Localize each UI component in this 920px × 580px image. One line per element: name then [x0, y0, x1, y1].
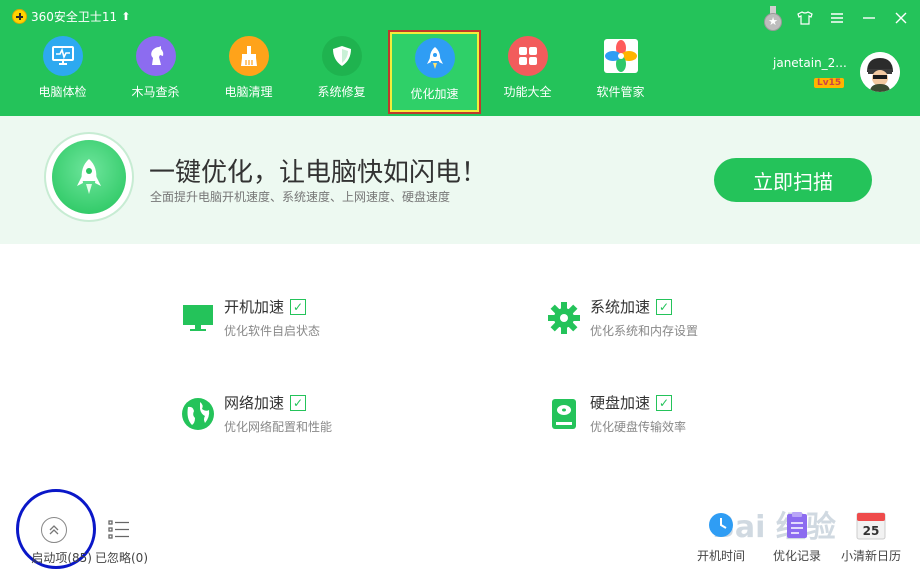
nav-item-system-repair[interactable]: 系统修复 — [295, 30, 388, 114]
nav-item-software-manager[interactable]: 软件管家 — [574, 30, 667, 114]
ignored-list-icon[interactable] — [108, 519, 130, 541]
nav-item-pc-checkup[interactable]: 电脑体检 — [16, 30, 109, 114]
feature-startup-speed[interactable]: 开机加速 ✓ 优化软件自启状态 — [180, 296, 320, 339]
optimize-record-tool[interactable]: 优化记录 — [773, 510, 821, 564]
clock-icon — [706, 510, 736, 540]
nav-item-trojan-scan[interactable]: 木马查杀 — [109, 30, 202, 114]
app-logo-icon — [12, 9, 27, 24]
ignored-items-link[interactable]: 已忽略(0) — [95, 549, 148, 566]
gear-icon — [546, 300, 582, 336]
nav-label: 木马查杀 — [131, 85, 180, 99]
nav-item-optimize-speed[interactable]: 优化加速 — [388, 30, 481, 114]
nav-label: 电脑体检 — [38, 85, 87, 99]
feature-checkbox[interactable]: ✓ — [656, 394, 673, 411]
grid-icon — [507, 36, 548, 76]
feature-title: 系统加速 — [590, 298, 651, 316]
globe-icon — [180, 396, 216, 432]
close-icon[interactable] — [892, 9, 910, 27]
startup-items-link[interactable]: 启动项(85) — [0, 549, 95, 566]
main-nav: 电脑体检 木马查杀 电脑清理 系统修复 优化加速 功能大全 软件管家 — [16, 30, 667, 114]
feature-disk-speed[interactable]: 硬盘加速 ✓ 优化硬盘传输效率 — [546, 392, 686, 435]
feature-network-speed[interactable]: 网络加速 ✓ 优化网络配置和性能 — [180, 392, 332, 435]
rocket-icon — [52, 140, 126, 214]
username[interactable]: janetain_2... — [773, 56, 847, 70]
feature-checkbox[interactable]: ✓ — [656, 298, 673, 315]
feature-title: 开机加速 — [224, 298, 285, 316]
window-controls: ★ — [764, 6, 910, 31]
expand-up-icon[interactable] — [41, 517, 67, 543]
feature-checkbox[interactable]: ✓ — [290, 394, 307, 411]
tool-label: 优化记录 — [773, 549, 822, 563]
minimize-icon[interactable] — [860, 9, 878, 27]
nav-item-pc-cleanup[interactable]: 电脑清理 — [202, 30, 295, 114]
flower-icon — [601, 36, 641, 76]
shield-icon — [321, 36, 362, 76]
feature-description: 优化网络配置和性能 — [224, 420, 333, 434]
feature-description: 优化软件自启状态 — [224, 324, 321, 338]
nav-label: 系统修复 — [317, 85, 366, 99]
feature-checkbox[interactable]: ✓ — [290, 298, 307, 315]
calendar-tool[interactable]: 25 小清新日历 — [841, 510, 901, 564]
rocket-icon — [414, 38, 455, 78]
nav-item-all-features[interactable]: 功能大全 — [481, 30, 574, 114]
medal-icon[interactable]: ★ — [764, 6, 782, 31]
harddisk-icon — [546, 396, 582, 432]
feature-title: 硬盘加速 — [590, 394, 651, 412]
optimize-banner: 一键优化，让电脑快如闪电！ 全面提升电脑开机速度、系统速度、上网速度、硬盘速度 … — [0, 116, 920, 244]
app-title: 360安全卫士11 ⬆ — [12, 8, 130, 25]
top-bar: 360安全卫士11 ⬆ ★ 电脑体检 木马查杀 电脑清理 系统修复 优化加速 功… — [0, 0, 920, 116]
feature-title: 网络加速 — [224, 394, 285, 412]
menu-icon[interactable] — [828, 9, 846, 27]
horse-icon — [135, 36, 176, 76]
update-arrow-icon[interactable]: ⬆ — [121, 10, 130, 23]
calendar-icon: 25 — [856, 510, 886, 540]
banner-subtitle: 全面提升电脑开机速度、系统速度、上网速度、硬盘速度 — [150, 190, 451, 204]
nav-label: 电脑清理 — [224, 85, 273, 99]
feature-system-speed[interactable]: 系统加速 ✓ 优化系统和内存设置 — [546, 296, 698, 339]
banner-title: 一键优化，让电脑快如闪电！ — [149, 158, 488, 188]
level-badge: Lv15 — [814, 78, 845, 88]
nav-label: 软件管家 — [596, 85, 645, 99]
tool-label: 开机时间 — [697, 549, 746, 563]
skin-tshirt-icon[interactable] — [796, 9, 814, 27]
avatar[interactable] — [860, 52, 900, 92]
app-title-text: 360安全卫士11 — [31, 10, 118, 24]
broom-icon — [228, 36, 269, 76]
scan-now-button[interactable]: 立即扫描 — [714, 158, 872, 202]
record-icon — [782, 510, 812, 540]
monitor-icon — [180, 300, 216, 336]
rocket-badge — [46, 134, 132, 220]
feature-description: 优化系统和内存设置 — [590, 324, 699, 338]
feature-description: 优化硬盘传输效率 — [590, 420, 687, 434]
boot-time-tool[interactable]: 开机时间 — [697, 510, 745, 564]
tool-label: 小清新日历 — [841, 549, 902, 563]
calendar-day: 25 — [863, 524, 880, 538]
nav-label: 优化加速 — [410, 87, 459, 101]
monitor-check-icon — [42, 36, 83, 76]
nav-label: 功能大全 — [503, 85, 552, 99]
startup-counts: 启动项(85) 已忽略(0) — [0, 549, 148, 566]
